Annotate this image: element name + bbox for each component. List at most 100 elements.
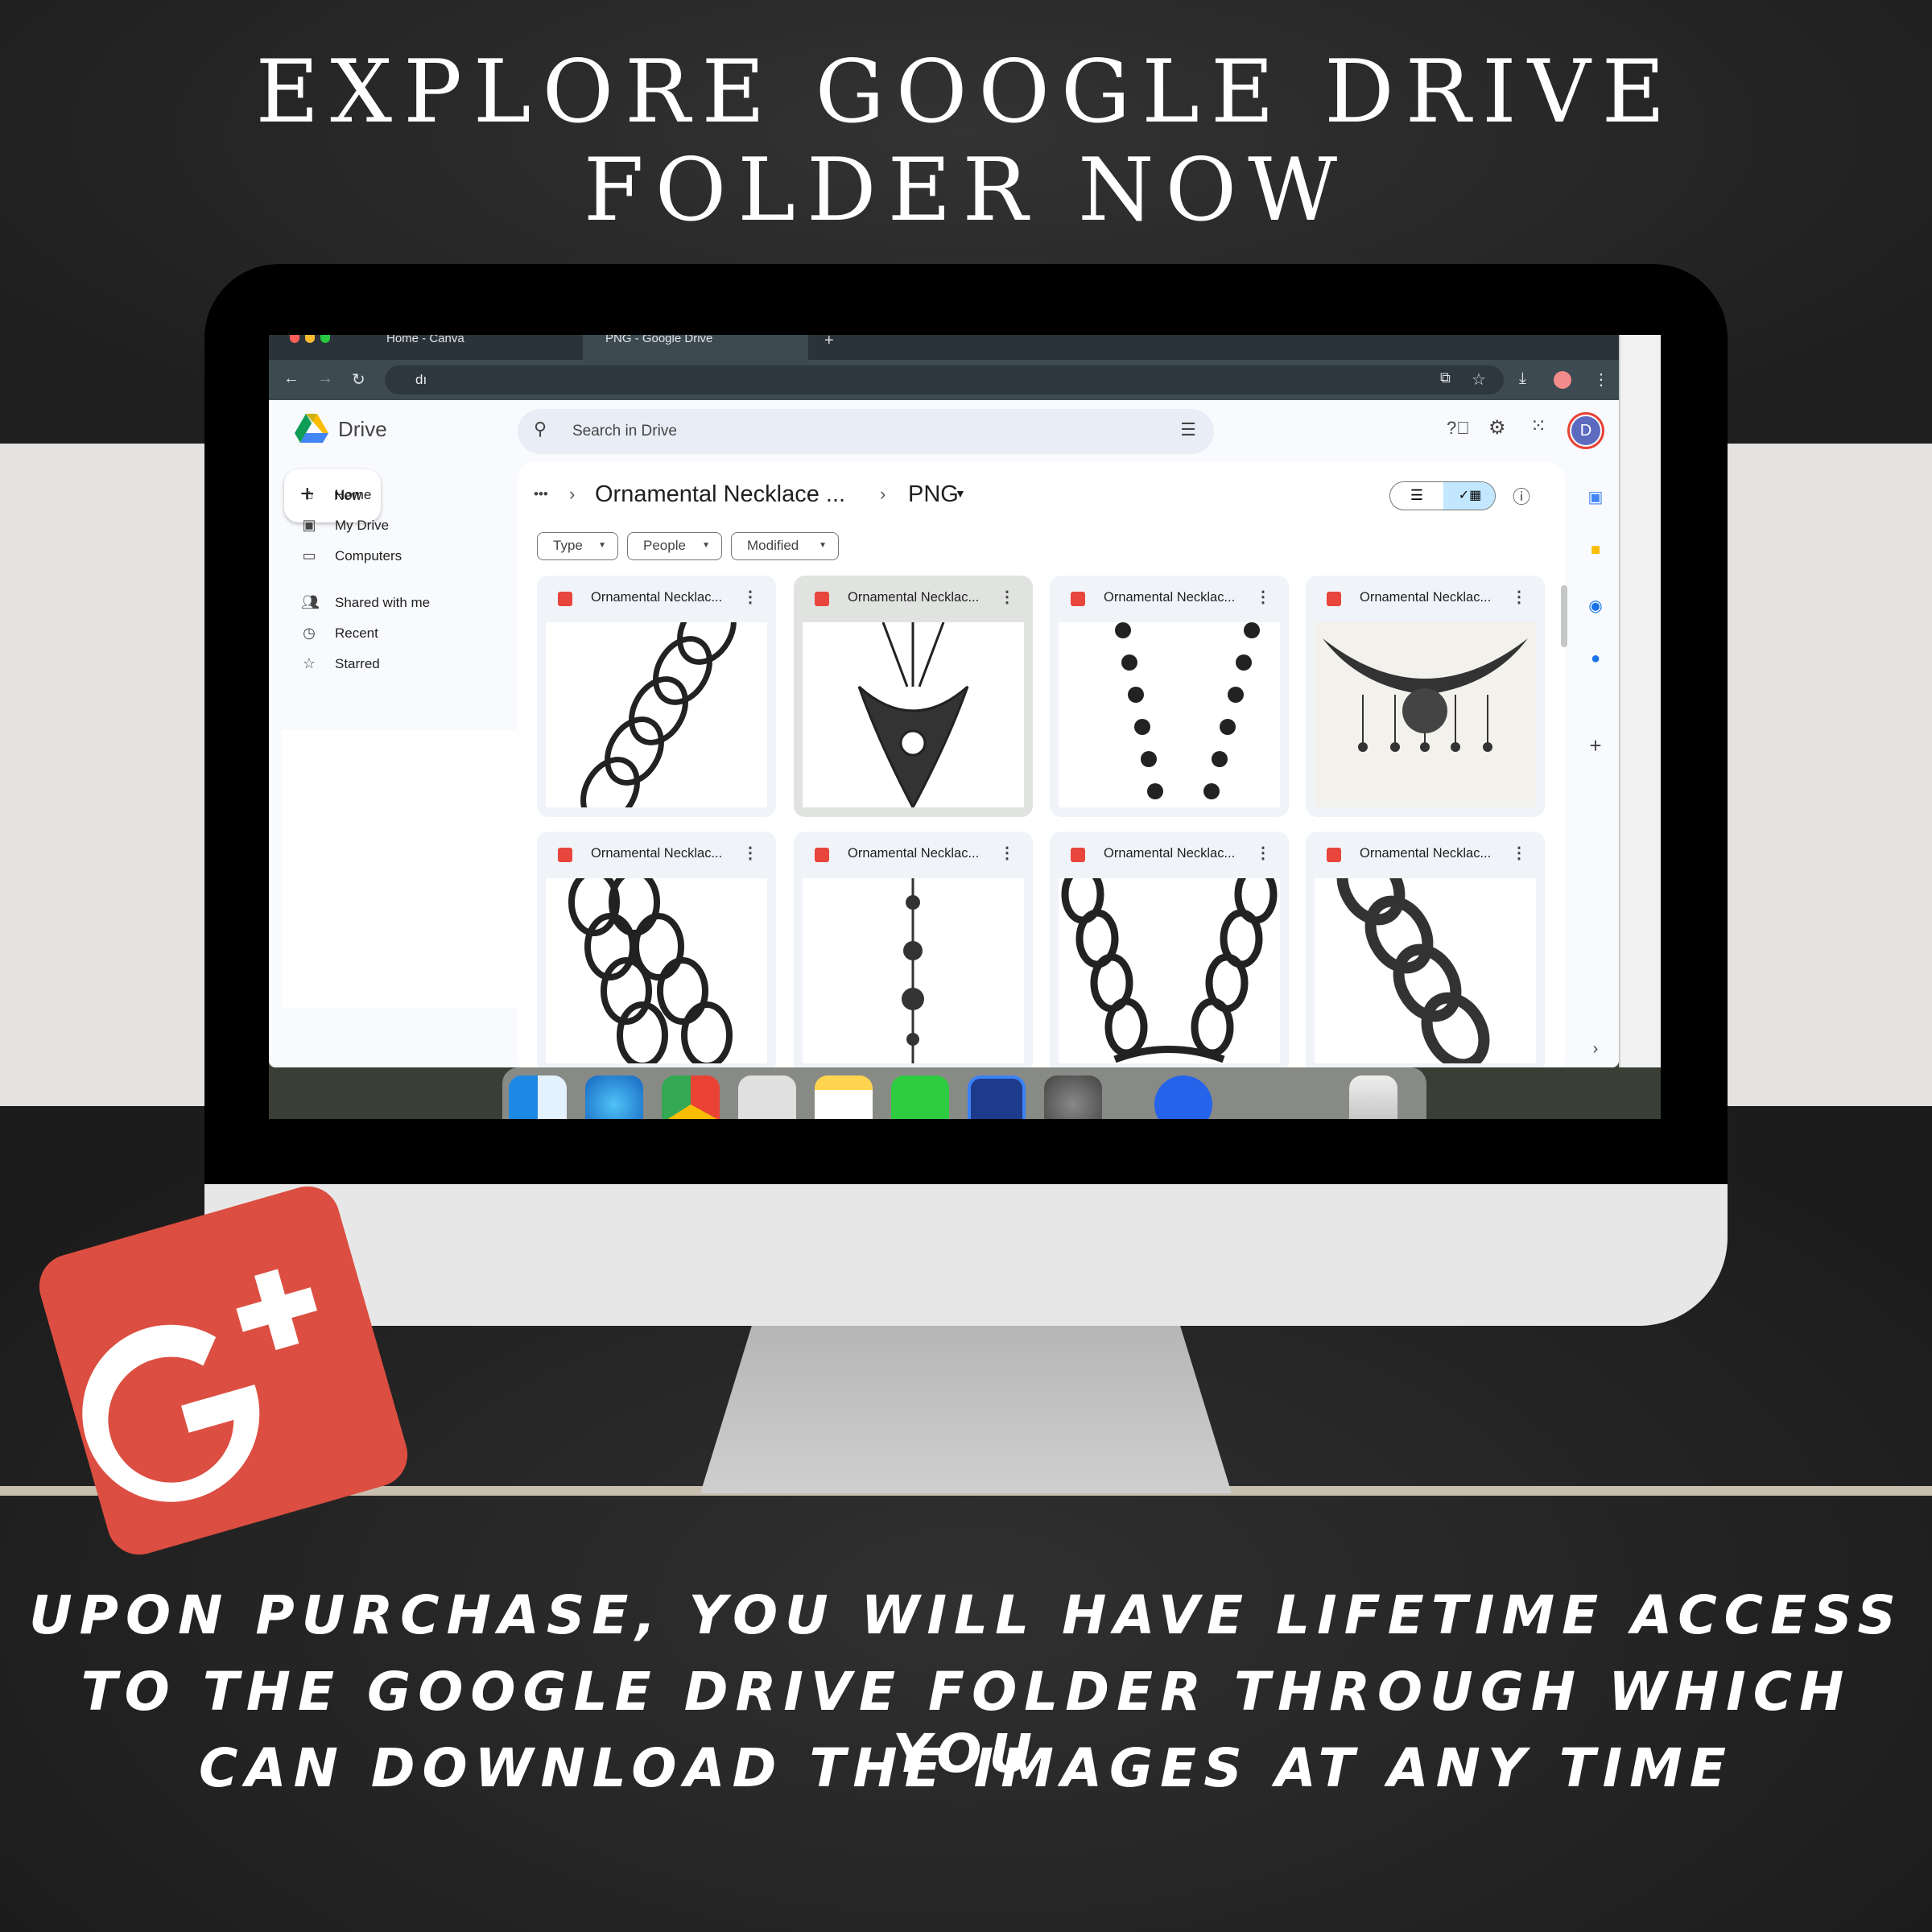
file-card-header: Ornamental Necklac... ⋮: [537, 576, 776, 622]
drive-app: Drive ⚲ Search in Drive ☰ ?⃝ ⚙ ⁙ D + New…: [269, 400, 1619, 1067]
url-input[interactable]: dı: [385, 365, 1504, 394]
contacts-icon[interactable]: ●: [1586, 650, 1605, 668]
settings-gear-icon[interactable]: ⚙: [1488, 416, 1506, 440]
more-options-icon[interactable]: ⋮: [1255, 843, 1271, 863]
necklace-image: [857, 622, 969, 807]
close-window-button[interactable]: [290, 335, 299, 343]
profile-icon[interactable]: [1554, 371, 1571, 389]
tasks-icon[interactable]: ◉: [1586, 596, 1605, 616]
folder-dropdown-icon[interactable]: ▼: [955, 487, 966, 500]
filter-modified[interactable]: Modified ▼: [731, 532, 839, 560]
maximize-window-button[interactable]: [320, 335, 330, 343]
more-options-icon[interactable]: ⋮: [999, 843, 1015, 863]
system-settings-icon[interactable]: [1044, 1075, 1102, 1119]
tab-label: Home - Canva: [386, 335, 464, 345]
file-card[interactable]: Ornamental Necklac... ⋮: [1306, 576, 1545, 817]
home-icon: ⌂: [304, 486, 314, 502]
new-tab-icon[interactable]: +: [824, 335, 834, 350]
apps-grid-icon[interactable]: ⁙: [1530, 415, 1546, 438]
scrollbar[interactable]: [1561, 585, 1567, 647]
filter-label: Type: [553, 538, 583, 553]
dropdown-icon: ▼: [819, 541, 827, 550]
add-addon-icon[interactable]: +: [1586, 733, 1605, 758]
bookmark-star-icon[interactable]: ☆: [1472, 369, 1486, 390]
file-thumbnail[interactable]: [803, 622, 1024, 807]
file-card[interactable]: Ornamental Necklac... ⋮: [794, 576, 1033, 817]
tab-canva[interactable]: Home - Canva: [364, 335, 565, 360]
file-card[interactable]: Ornamental Necklac... ⋮: [794, 832, 1033, 1067]
reload-icon[interactable]: ↻: [352, 369, 365, 390]
people-icon: 👥︎: [301, 594, 320, 610]
breadcrumb-chevron-icon: ›: [569, 484, 576, 504]
more-options-icon[interactable]: ⋮: [1511, 587, 1527, 607]
filter-people[interactable]: People ▼: [627, 532, 722, 560]
monitor-screen: Home - Canva PNG - Google Drive + ← → ↻ …: [269, 335, 1661, 1119]
minimize-window-button[interactable]: [305, 335, 315, 343]
trash-icon[interactable]: [1349, 1075, 1397, 1119]
background-window: [1619, 335, 1661, 1067]
file-card[interactable]: Ornamental Necklac... ⋮: [1050, 576, 1289, 817]
dropdown-icon: ▼: [598, 541, 606, 550]
list-view-icon[interactable]: ☰: [1390, 482, 1443, 510]
headline-line-2: FOLDER NOW: [583, 140, 1349, 241]
search-options-icon[interactable]: ☰: [1180, 419, 1196, 440]
file-thumbnail[interactable]: [1059, 878, 1280, 1063]
tab-drive[interactable]: PNG - Google Drive: [583, 335, 808, 360]
more-options-icon[interactable]: ⋮: [1511, 843, 1527, 863]
numbers-icon[interactable]: [891, 1075, 949, 1119]
expand-panel-icon[interactable]: ›: [1586, 1040, 1605, 1059]
file-card[interactable]: Ornamental Necklac... ⋮: [1050, 832, 1289, 1067]
app-icon[interactable]: [1154, 1075, 1212, 1119]
file-card[interactable]: Ornamental Necklac... ⋮: [537, 832, 776, 1067]
breadcrumb-more[interactable]: •••: [534, 486, 548, 502]
browser-menu-icon[interactable]: ⋮: [1593, 369, 1609, 390]
star-icon: ☆: [302, 655, 316, 671]
account-avatar[interactable]: D: [1567, 412, 1604, 449]
file-card-header: Ornamental Necklac... ⋮: [794, 832, 1033, 878]
more-options-icon[interactable]: ⋮: [1255, 587, 1271, 607]
drive-icon: ▣: [302, 517, 316, 533]
file-thumbnail[interactable]: [1315, 622, 1536, 807]
file-thumbnail[interactable]: [546, 622, 767, 807]
breadcrumb-folder[interactable]: Ornamental Necklace ...: [595, 481, 845, 508]
file-thumbnail[interactable]: [546, 878, 767, 1063]
more-options-icon[interactable]: ⋮: [742, 843, 758, 863]
launchpad-icon[interactable]: [738, 1075, 796, 1119]
caption-line-3: CAN DOWNLOAD THE IMAGES AT ANY TIME: [199, 1737, 1733, 1799]
filter-type[interactable]: Type ▼: [537, 532, 618, 560]
search-bar[interactable]: ⚲ Search in Drive ☰: [518, 409, 1214, 454]
view-toggle[interactable]: ☰ ✓▦: [1389, 481, 1496, 510]
tasks-app-icon[interactable]: [968, 1075, 1026, 1119]
monitor-stand: [700, 1320, 1232, 1493]
keep-icon[interactable]: ■: [1586, 541, 1605, 559]
file-thumbnail[interactable]: [1315, 878, 1536, 1063]
download-icon[interactable]: ⤓: [1519, 369, 1526, 388]
more-options-icon[interactable]: ⋮: [742, 587, 758, 607]
safari-icon[interactable]: [585, 1075, 643, 1119]
computer-icon: ▭: [302, 547, 316, 564]
help-icon[interactable]: ?⃝: [1447, 418, 1470, 439]
file-thumbnail[interactable]: [1059, 622, 1280, 807]
necklace-image: [902, 878, 924, 1063]
file-card[interactable]: Ornamental Necklac... ⋮: [1306, 832, 1545, 1067]
back-icon[interactable]: ←: [283, 369, 299, 388]
clock-icon: ◷: [303, 625, 316, 641]
file-thumbnail[interactable]: [803, 878, 1024, 1063]
calendar-icon[interactable]: ▣: [1586, 487, 1605, 507]
image-file-icon: [1071, 592, 1085, 606]
breadcrumb-chevron-icon: ›: [880, 484, 886, 504]
install-icon[interactable]: ⧉: [1440, 369, 1451, 386]
browser-window: Home - Canva PNG - Google Drive + ← → ↻ …: [269, 335, 1619, 1067]
breadcrumb-current[interactable]: PNG: [908, 481, 959, 508]
dropdown-icon: ▼: [702, 541, 710, 550]
finder-icon[interactable]: [509, 1075, 567, 1119]
grid-view-icon[interactable]: ✓▦: [1443, 482, 1495, 510]
more-options-icon[interactable]: ⋮: [999, 587, 1015, 607]
forward-icon[interactable]: →: [317, 369, 333, 388]
file-name: Ornamental Necklac...: [591, 846, 723, 861]
file-card[interactable]: Ornamental Necklac... ⋮: [537, 576, 776, 817]
tab-label: PNG - Google Drive: [605, 335, 713, 345]
info-icon[interactable]: ⓘ: [1513, 483, 1530, 509]
notes-icon[interactable]: [815, 1075, 873, 1119]
chrome-icon[interactable]: [662, 1075, 720, 1119]
